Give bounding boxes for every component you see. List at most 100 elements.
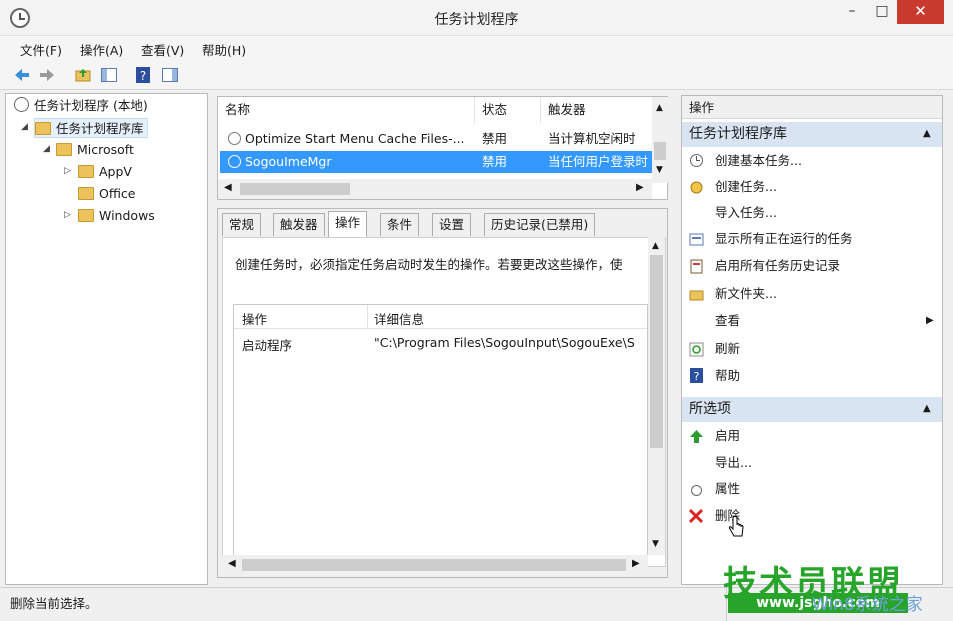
tree-item-windows[interactable]: Windows [78,206,155,226]
tree-item-local[interactable]: 任务计划程序 (本地) [14,96,148,116]
task-detail-panel: 常规 触发器 操作 条件 设置 历史记录(已禁用) 创建任务时，必须指定任务启动… [217,208,668,578]
enable-task-history[interactable]: 启用所有任务历史记录 [715,256,840,276]
svg-text:?: ? [694,370,700,383]
column-header-trigger[interactable]: 触发器 [541,97,652,123]
tree-item-label: Office [99,186,136,201]
detail-hscroll[interactable]: ◀ ▶ [222,555,648,575]
help-icon: ? [690,368,703,383]
scroll-down-icon[interactable]: ▼ [652,539,659,549]
window-title: 任务计划程序 [434,12,519,28]
task-list-vscroll[interactable]: ▲ ▼ [652,97,668,183]
forward-arrow-icon[interactable] [38,66,56,84]
menu-bar: 文件(F) 操作(A) 查看(V) 帮助(H) [0,36,953,60]
task-row-selected[interactable]: SogouImeMgr 禁用 当任何用户登录时 [220,151,652,173]
tree-item-library[interactable]: 任务计划程序库 [34,118,148,138]
task-list-hscroll[interactable]: ◀ ▶ [218,179,652,199]
submenu-arrow-icon[interactable]: ▶ [926,315,934,326]
tab-general[interactable]: 常规 [222,213,262,236]
menu-action[interactable]: 操作(A) [80,40,123,59]
create-task-icon [690,181,703,194]
tab-actions[interactable]: 操作 [328,211,368,237]
menu-help[interactable]: 帮助(H) [202,40,246,59]
maximize-button[interactable]: □ [869,0,895,24]
tree-item-label: Microsoft [77,142,134,157]
collapsed-arrow-icon[interactable]: ▷ [64,166,71,176]
hand-cursor-icon [728,516,744,537]
enable-arrow-icon [690,430,703,443]
create-task[interactable]: 创建任务... [715,177,777,197]
back-arrow-icon[interactable] [13,66,31,84]
task-row[interactable]: Optimize Start Menu Cache Files-... 禁用 当… [220,128,652,150]
tab-conditions[interactable]: 条件 [380,213,420,236]
tree-item-appv[interactable]: AppV [78,162,132,182]
expanded-arrow-icon[interactable]: ◢ [43,144,50,154]
scroll-right-icon[interactable]: ▶ [632,558,640,569]
scroll-thumb[interactable] [654,142,666,160]
new-folder-icon [689,290,704,301]
tree-item-microsoft[interactable]: Microsoft [56,140,134,160]
tree-item-office[interactable]: Office [78,184,136,204]
scroll-thumb[interactable] [240,183,350,195]
actions-pane-title: 操作 [682,96,942,119]
scroll-down-icon[interactable]: ▼ [656,165,663,175]
tab-triggers[interactable]: 触发器 [273,213,325,236]
tab-settings[interactable]: 设置 [432,213,472,236]
detail-vscroll[interactable]: ▲ ▼ [648,237,665,555]
task-status: 禁用 [482,131,508,146]
menu-file[interactable]: 文件(F) [20,40,62,59]
close-button[interactable]: ✕ [897,0,944,24]
task-clock-icon [228,132,241,145]
export[interactable]: 导出... [715,453,752,473]
column-header-action[interactable]: 操作 [242,309,267,328]
collapse-arrow-icon[interactable]: ▲ [923,403,931,414]
action-detail: "C:\Program Files\SogouInput\SogouExe\S [374,335,635,350]
tab-history[interactable]: 历史记录(已禁用) [484,213,596,236]
help-icon[interactable]: ? [134,66,152,84]
action-table: 操作 详细信息 启动程序 "C:\Program Files\SogouInpu… [233,304,648,569]
task-trigger: 当任何用户登录时 [548,154,649,169]
action-row[interactable]: 启动程序 "C:\Program Files\SogouInput\SogouE… [234,332,647,354]
collapse-arrow-icon[interactable]: ▲ [923,128,931,139]
task-list: 名称 状态 触发器 Optimize Start Menu Cache File… [217,96,668,200]
expanded-arrow-icon[interactable]: ◢ [21,122,28,132]
scroll-left-icon[interactable]: ◀ [228,558,236,569]
task-status: 禁用 [482,154,508,169]
section-header-library[interactable]: 任务计划程序库 [682,122,942,147]
task-name: SogouImeMgr [245,154,332,169]
import-task[interactable]: 导入任务... [715,203,777,223]
watermark-subtitle: Win8系统之家 [812,595,923,615]
column-header-name[interactable]: 名称 [218,97,475,123]
new-folder[interactable]: 新文件夹... [715,284,777,304]
help[interactable]: 帮助 [715,366,740,386]
scroll-up-icon[interactable]: ▲ [652,241,659,251]
view-menu[interactable]: 查看 [715,311,740,331]
properties[interactable]: 属性 [715,479,740,499]
properties-icon [691,485,702,496]
toolbar: ? [0,60,953,90]
minimize-button[interactable]: – [835,0,869,24]
scroll-thumb[interactable] [242,559,626,571]
column-header-status[interactable]: 状态 [475,97,541,123]
actions-description: 创建任务时，必须指定任务启动时发生的操作。若要更改这些操作，使 [235,257,623,272]
refresh[interactable]: 刷新 [715,339,740,359]
task-clock-icon [228,155,241,168]
show-running-tasks[interactable]: 显示所有正在运行的任务 [715,229,853,249]
enable[interactable]: 启用 [715,426,740,446]
menu-view[interactable]: 查看(V) [141,40,184,59]
scroll-left-icon[interactable]: ◀ [224,182,232,193]
scroll-right-icon[interactable]: ▶ [636,182,644,193]
scroll-thumb[interactable] [650,255,663,448]
folder-icon [78,165,94,178]
refresh-icon [689,342,704,357]
scroll-up-icon[interactable]: ▲ [656,103,663,113]
section-header-selected[interactable]: 所选项 [682,397,942,422]
navigation-tree: 任务计划程序 (本地) ◢ 任务计划程序库 ◢ Microsoft ▷ AppV… [5,93,208,585]
create-basic-task[interactable]: 创建基本任务... [715,151,802,171]
collapsed-arrow-icon[interactable]: ▷ [64,210,71,220]
show-hide-tree-icon[interactable] [100,66,118,84]
folder-icon [56,143,72,156]
show-hide-action-pane-icon[interactable] [161,66,179,84]
action-table-header [234,305,647,329]
column-header-detail[interactable]: 详细信息 [374,309,424,328]
up-folder-icon[interactable] [74,66,92,84]
